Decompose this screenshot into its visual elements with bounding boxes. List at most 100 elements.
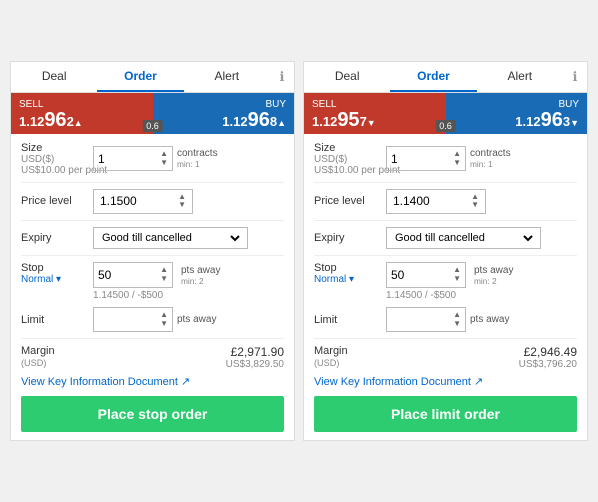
expiry-dropdown-right[interactable]: Good till cancelled Good till end of day xyxy=(391,231,536,245)
limit-input-right[interactable]: ▲▼ xyxy=(386,307,466,333)
limit-spinner-right[interactable]: ▲▼ xyxy=(453,311,461,329)
tab-order-right[interactable]: Order xyxy=(390,62,476,92)
stop-inputs-right: ▲▼ pts awaymin: 2 xyxy=(386,262,513,288)
tab-bar-left: Deal Order Alert ℹ xyxy=(11,62,294,93)
stop-type-left[interactable]: Normal ▾ xyxy=(21,274,93,285)
key-info-link-left[interactable]: View Key Information Document ↗ xyxy=(21,376,190,388)
buy-button-right[interactable]: BUY 1.12 96 3 xyxy=(446,93,588,134)
info-icon-left[interactable]: ℹ xyxy=(270,62,294,92)
link-row-right: View Key Information Document ↗ xyxy=(314,374,577,388)
size-input-left[interactable]: ▲▼ xyxy=(93,146,173,172)
margin-label-right: Margin(USD) xyxy=(314,345,348,369)
panel-right: Deal Order Alert ℹ SELL 1.12 95 7 0.6 BU… xyxy=(303,61,588,442)
limit-spinner-left[interactable]: ▲▼ xyxy=(160,311,168,329)
limit-input-left[interactable]: ▲▼ xyxy=(93,307,173,333)
margin-value-right: £2,946.49 xyxy=(524,345,577,359)
price-level-spinner-right[interactable]: ▲▼ xyxy=(471,193,479,211)
tab-bar-right: Deal Order Alert ℹ xyxy=(304,62,587,93)
margin-usd-left: US$3,829.50 xyxy=(226,359,284,370)
limit-field-right[interactable] xyxy=(391,313,446,327)
expiry-select-right[interactable]: Good till cancelled Good till end of day xyxy=(386,227,541,249)
margin-row-right: Margin(USD) £2,946.49 US$3,796.20 xyxy=(314,345,577,370)
price-row-right: SELL 1.12 95 7 0.6 BUY 1.12 96 3 xyxy=(304,93,587,134)
sell-price-left: 1.12 96 2 xyxy=(19,110,149,130)
tab-order-left[interactable]: Order xyxy=(97,62,183,92)
sell-label-left: SELL xyxy=(19,99,149,110)
price-level-field-right[interactable] xyxy=(393,194,463,208)
stop-input-right[interactable]: ▲▼ xyxy=(386,262,466,288)
tab-alert-left[interactable]: Alert xyxy=(184,62,270,92)
price-row-left: SELL 1.12 96 2 0.6 BUY 1.12 96 8 xyxy=(11,93,294,134)
place-order-button-right[interactable]: Place limit order xyxy=(314,396,577,432)
size-field-right[interactable] xyxy=(391,152,446,166)
margin-values-left: £2,971.90 US$3,829.50 xyxy=(226,345,284,370)
limit-unit-right: pts away xyxy=(470,314,509,325)
buy-price-right: 1.12 96 3 xyxy=(450,110,580,130)
price-level-label-left: Price level xyxy=(21,195,93,207)
link-row-left: View Key Information Document ↗ xyxy=(21,374,284,388)
expiry-row-left: Expiry Good till cancelled Good till end… xyxy=(21,227,284,249)
expiry-label-left: Expiry xyxy=(21,232,93,244)
margin-usd-right: US$3,796.20 xyxy=(519,359,577,370)
margin-value-left: £2,971.90 xyxy=(231,345,284,359)
form-left: SizeUSD($) US$10.00 per point ▲▼ contrac… xyxy=(11,134,294,441)
price-level-spinner-left[interactable]: ▲▼ xyxy=(178,193,186,211)
size-field-left[interactable] xyxy=(98,152,153,166)
tab-deal-left[interactable]: Deal xyxy=(11,62,97,92)
size-spinner-left[interactable]: ▲▼ xyxy=(160,150,168,168)
price-level-label-right: Price level xyxy=(314,195,386,207)
price-level-input-right[interactable]: ▲▼ xyxy=(386,189,486,215)
stop-type-right[interactable]: Normal ▾ xyxy=(314,274,386,285)
expiry-dropdown-left[interactable]: Good till cancelled Good till end of day xyxy=(98,231,243,245)
stop-row-right: Stop Normal ▾ ▲▼ pts awaymin: 2 xyxy=(314,262,577,288)
size-input-right[interactable]: ▲▼ xyxy=(386,146,466,172)
size-unit-left: contractsmin: 1 xyxy=(177,148,218,169)
size-label-right: SizeUSD($) US$10.00 per point xyxy=(314,142,386,176)
stop-input-left[interactable]: ▲▼ xyxy=(93,262,173,288)
stop-spinner-right[interactable]: ▲▼ xyxy=(453,266,461,284)
margin-label-left: Margin(USD) xyxy=(21,345,55,369)
price-level-row-left: Price level ▲▼ xyxy=(21,189,284,215)
size-row-left: SizeUSD($) US$10.00 per point ▲▼ contrac… xyxy=(21,142,284,176)
form-right: SizeUSD($) US$10.00 per point ▲▼ contrac… xyxy=(304,134,587,441)
price-level-row-right: Price level ▲▼ xyxy=(314,189,577,215)
limit-label-left: Limit xyxy=(21,314,93,326)
buy-price-left: 1.12 96 8 xyxy=(157,110,287,130)
stop-field-left[interactable] xyxy=(98,268,153,282)
limit-label-right: Limit xyxy=(314,314,386,326)
buy-label-right: BUY xyxy=(450,99,580,110)
buy-label-left: BUY xyxy=(157,99,287,110)
limit-field-left[interactable] xyxy=(98,313,153,327)
stop-field-right[interactable] xyxy=(391,268,446,282)
tab-alert-right[interactable]: Alert xyxy=(477,62,563,92)
stop-hint-left: 1.14500 / -$500 xyxy=(93,290,284,301)
spread-left: 0.6 xyxy=(142,120,163,132)
spread-right: 0.6 xyxy=(435,120,456,132)
price-level-input-left[interactable]: ▲▼ xyxy=(93,189,193,215)
size-spinner-right[interactable]: ▲▼ xyxy=(453,150,461,168)
stop-unit-left: pts awaymin: 2 xyxy=(181,265,220,286)
key-info-link-right[interactable]: View Key Information Document ↗ xyxy=(314,376,483,388)
stop-label-left: Stop Normal ▾ xyxy=(21,262,93,285)
stop-unit-right: pts awaymin: 2 xyxy=(474,265,513,286)
stop-row-left: Stop Normal ▾ ▲▼ pts awaymin: 2 xyxy=(21,262,284,288)
stop-hint-right: 1.14500 / -$500 xyxy=(386,290,577,301)
expiry-select-left[interactable]: Good till cancelled Good till end of day xyxy=(93,227,248,249)
tab-deal-right[interactable]: Deal xyxy=(304,62,390,92)
sell-label-right: SELL xyxy=(312,99,442,110)
limit-row-left: Limit ▲▼ pts away xyxy=(21,307,284,333)
panel-left: Deal Order Alert ℹ SELL 1.12 96 2 0.6 BU… xyxy=(10,61,295,442)
price-level-field-left[interactable] xyxy=(100,194,170,208)
limit-unit-left: pts away xyxy=(177,314,216,325)
limit-row-right: Limit ▲▼ pts away xyxy=(314,307,577,333)
margin-row-left: Margin(USD) £2,971.90 US$3,829.50 xyxy=(21,345,284,370)
sell-button-right[interactable]: SELL 1.12 95 7 xyxy=(304,93,446,134)
info-icon-right[interactable]: ℹ xyxy=(563,62,587,92)
size-row-right: SizeUSD($) US$10.00 per point ▲▼ contrac… xyxy=(314,142,577,176)
sell-price-right: 1.12 95 7 xyxy=(312,110,442,130)
stop-spinner-left[interactable]: ▲▼ xyxy=(160,266,168,284)
buy-button-left[interactable]: BUY 1.12 96 8 xyxy=(153,93,295,134)
sell-button-left[interactable]: SELL 1.12 96 2 xyxy=(11,93,153,134)
place-order-button-left[interactable]: Place stop order xyxy=(21,396,284,432)
margin-values-right: £2,946.49 US$3,796.20 xyxy=(519,345,577,370)
